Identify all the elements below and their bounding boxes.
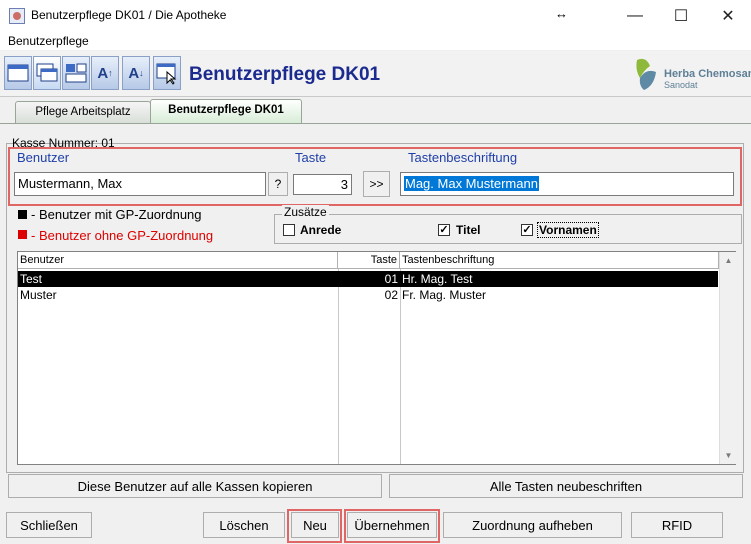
unassign-button[interactable]: Zuordnung aufheben [443, 512, 622, 538]
app-icon [9, 8, 25, 24]
table-row[interactable]: Test 01 Hr. Mag. Test [18, 271, 718, 287]
cell-tastenbeschriftung: Hr. Mag. Test [402, 272, 473, 286]
window-title: Benutzerpflege DK01 / Die Apotheke [31, 8, 227, 22]
toolbar-title: Benutzerpflege DK01 [189, 64, 381, 85]
minimize-button[interactable]: — [612, 0, 658, 31]
cell-benutzer: Muster [20, 288, 57, 302]
tab-divider [0, 123, 751, 124]
logo-name: Herba Chemosan [664, 68, 751, 80]
font-decrease-icon[interactable]: A ↓ [122, 56, 150, 90]
menu-bar: Benutzerpflege [0, 31, 751, 50]
column-header-benutzer[interactable]: Benutzer [18, 252, 338, 269]
vertical-scrollbar[interactable]: ▲ ▼ [719, 252, 736, 464]
column-header-tastenbeschriftung[interactable]: Tastenbeschriftung [400, 252, 719, 269]
transfer-button[interactable]: >> [363, 171, 390, 197]
maximize-button[interactable]: ☐ [658, 0, 704, 31]
zusaetze-label: Zusätze [282, 205, 329, 219]
exit-icon[interactable] [153, 56, 181, 90]
cell-benutzer: Test [20, 272, 43, 286]
titel-checkbox[interactable]: ✓ [438, 224, 450, 236]
cell-taste: 02 [384, 288, 398, 302]
new-button[interactable]: Neu [291, 512, 339, 538]
scroll-down-icon[interactable]: ▼ [720, 447, 737, 464]
cell-tastenbeschriftung: Fr. Mag. Muster [402, 288, 487, 302]
benutzer-label: Benutzer [17, 150, 70, 165]
close-button[interactable]: Schließen [6, 512, 92, 538]
apply-button[interactable]: Übernehmen [347, 512, 437, 538]
benutzer-table[interactable]: Benutzer Taste Tastenbeschriftung Test 0… [17, 251, 736, 465]
legend-with-gp: - Benutzer mit GP-Zuordnung [31, 207, 202, 222]
tab-pflege-arbeitsplatz[interactable]: Pflege Arbeitsplatz [15, 101, 151, 123]
window-cascade-icon[interactable] [4, 56, 32, 90]
table-row[interactable]: Muster 02 Fr. Mag. Muster [18, 287, 718, 303]
anrede-label: Anrede [300, 223, 342, 237]
tastenbeschriftung-value: Mag. Max Mustermann [404, 176, 539, 191]
benutzer-lookup-button[interactable]: ? [268, 172, 288, 196]
benutzer-input[interactable]: Mustermann, Max [14, 172, 266, 196]
zusaetze-group [274, 214, 742, 244]
legend-black-swatch [18, 210, 27, 219]
scroll-up-icon[interactable]: ▲ [720, 252, 737, 269]
rfid-button[interactable]: RFID [631, 512, 723, 538]
cell-taste: 01 [384, 272, 398, 286]
copy-to-all-kassen-button[interactable]: Diese Benutzer auf alle Kassen kopieren [8, 474, 382, 498]
legend-red-swatch [18, 230, 27, 239]
taste-input[interactable]: 3 [293, 174, 352, 195]
title-bar: Benutzerpflege DK01 / Die Apotheke ↔ — ☐… [0, 0, 751, 31]
font-increase-icon[interactable]: A ↑ [91, 56, 119, 90]
vornamen-checkbox[interactable]: ✓ [521, 224, 533, 236]
tastenbeschriftung-label: Tastenbeschriftung [408, 150, 518, 165]
legend-without-gp: - Benutzer ohne GP-Zuordnung [31, 228, 214, 243]
titel-label: Titel [456, 223, 481, 237]
window-grid-icon[interactable] [62, 56, 90, 90]
resize-cursor-icon: ↔ [555, 6, 568, 21]
window-tile-icon[interactable] [33, 56, 61, 90]
anrede-checkbox[interactable] [283, 224, 295, 236]
tastenbeschriftung-input[interactable]: Mag. Max Mustermann [400, 172, 734, 196]
logo-subtitle: Sanodat [664, 80, 698, 90]
tab-benutzerpflege-dk01[interactable]: Benutzerpflege DK01 [150, 99, 302, 124]
relabel-all-keys-button[interactable]: Alle Tasten neubeschriften [389, 474, 743, 498]
column-header-taste[interactable]: Taste [338, 252, 400, 269]
delete-button[interactable]: Löschen [203, 512, 285, 538]
vornamen-label: Vornamen [537, 222, 599, 238]
close-window-button[interactable]: ✕ [705, 0, 751, 31]
menu-benutzerpflege[interactable]: Benutzerpflege [8, 34, 89, 48]
taste-label: Taste [295, 150, 327, 165]
toolbar: A ↑ A ↓ Benutzerpflege DK01 Herba Chemosan… [0, 51, 751, 97]
